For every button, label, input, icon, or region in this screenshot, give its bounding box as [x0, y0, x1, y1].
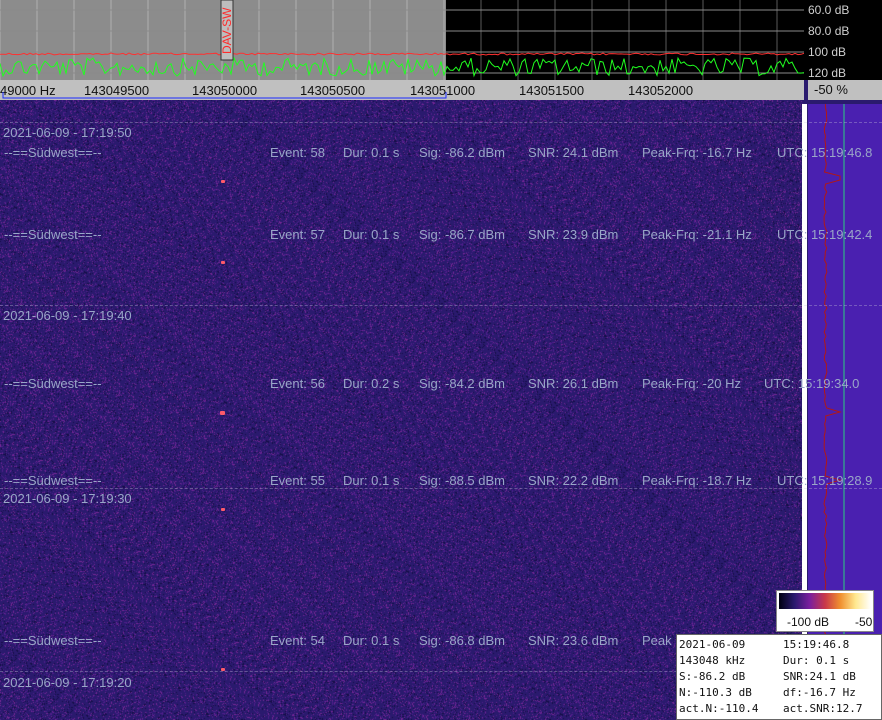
db-label: 80.0 dB [808, 24, 850, 38]
event-peak-freq: Peak-Frq: -18.7 Hz [642, 473, 752, 488]
event-peak-freq: Peak-Frq: -16.7 Hz [642, 145, 752, 160]
event-signal: Sig: -84.2 dBm [419, 376, 505, 391]
echo-blip [221, 180, 225, 183]
info-noise: N:-110.3 dB [679, 686, 752, 699]
zoom-percent: -50 % [814, 82, 848, 97]
event-utc: UTC: 15:19:46.8 [777, 145, 873, 160]
event-duration: Dur: 0.1 s [343, 227, 400, 242]
frequency-axis[interactable]: 49000 Hz 143049500 143050000 143050500 1… [0, 80, 804, 100]
info-df: df:-16.7 Hz [783, 686, 856, 699]
event-peak-freq: Peak-Frq: -20 Hz [642, 376, 741, 391]
event-snr: SNR: 26.1 dBm [528, 376, 619, 391]
event-station: --==Südwest==-- [4, 227, 102, 242]
event-peak-freq: Peak [642, 633, 672, 648]
info-signal: S:-86.2 dB [679, 670, 746, 683]
event-row: --==Südwest==-- Event: 56 Dur: 0.2 s Sig… [4, 376, 882, 392]
event-snr: SNR: 23.9 dBm [528, 227, 619, 242]
event-duration: Dur: 0.1 s [343, 633, 400, 648]
event-station: --==Südwest==-- [4, 376, 102, 391]
legend-max: -50 [855, 615, 873, 629]
event-snr: SNR: 23.6 dBm [528, 633, 619, 648]
spectrum-display[interactable]: DAV-SW [0, 0, 804, 80]
event-utc: UTC: 15:19:28.9 [777, 473, 873, 488]
event-duration: Dur: 0.2 s [343, 376, 400, 391]
echo-blip [221, 261, 225, 264]
info-frequency: 143048 kHz [679, 654, 746, 667]
db-label: 120 dB [808, 66, 847, 80]
event-signal: Sig: -86.2 dBm [419, 145, 505, 160]
echo-blip [221, 508, 225, 511]
info-date: 2021-06-09 [679, 638, 746, 651]
event-number: Event: 54 [270, 633, 325, 648]
db-label: 100 dB [808, 45, 847, 59]
event-utc: UTC: 15:19:34.0 [764, 376, 860, 391]
info-actual-noise: act.N:-110.4 [679, 702, 759, 715]
event-signal: Sig: -88.5 dBm [419, 473, 505, 488]
legend-gradient [779, 593, 871, 609]
echo-blip [221, 668, 225, 671]
zoom-control[interactable]: -50 % [808, 80, 882, 100]
waterfall-display[interactable] [0, 100, 804, 720]
event-row: --==Südwest==-- Event: 58 Dur: 0.1 s Sig… [4, 145, 882, 161]
event-number: Event: 56 [270, 376, 325, 391]
event-row: --==Südwest==-- Event: 55 Dur: 0.1 s Sig… [4, 473, 882, 489]
info-duration: Dur: 0.1 s [783, 654, 850, 667]
event-info-box: 2021-06-09 15:19:46.8 143048 kHz Dur: 0.… [676, 634, 882, 720]
event-number: Event: 57 [270, 227, 325, 242]
timestamp: 2021-06-09 - 17:19:40 [3, 308, 132, 323]
event-duration: Dur: 0.1 s [343, 145, 400, 160]
event-peak-freq: Peak-Frq: -21.1 Hz [642, 227, 752, 242]
event-signal: Sig: -86.7 dBm [419, 227, 505, 242]
timestamp: 2021-06-09 - 17:19:50 [3, 125, 132, 140]
event-station: --==Südwest==-- [4, 633, 102, 648]
timestamp: 2021-06-09 - 17:19:30 [3, 491, 132, 506]
event-number: Event: 55 [270, 473, 325, 488]
info-time: 15:19:46.8 [783, 638, 850, 651]
event-snr: SNR: 24.1 dBm [528, 145, 619, 160]
bandpass-bracket [2, 92, 447, 99]
station-marker-label: DAV-SW [220, 7, 234, 54]
event-row: --==Südwest==-- Event: 57 Dur: 0.1 s Sig… [4, 227, 882, 243]
db-scale: 60.0 dB 80.0 dB 100 dB 120 dB [804, 0, 882, 80]
waterfall-canvas [0, 100, 804, 720]
echo-blip [220, 411, 225, 415]
info-actual-snr: act.SNR:12.7 [783, 702, 863, 715]
event-station: --==Südwest==-- [4, 145, 102, 160]
legend-min: -100 dB [787, 615, 830, 629]
time-divider [0, 305, 882, 306]
spectrum-plot: DAV-SW [0, 0, 804, 80]
event-number: Event: 58 [270, 145, 325, 160]
event-snr: SNR: 22.2 dBm [528, 473, 619, 488]
event-signal: Sig: -86.8 dBm [419, 633, 505, 648]
time-divider [0, 122, 882, 123]
event-duration: Dur: 0.1 s [343, 473, 400, 488]
color-legend: -100 dB -50 [776, 590, 874, 632]
db-label: 60.0 dB [808, 3, 850, 17]
timestamp: 2021-06-09 - 17:19:20 [3, 675, 132, 690]
info-snr: SNR:24.1 dB [783, 670, 856, 683]
event-station: --==Südwest==-- [4, 473, 102, 488]
event-utc: UTC: 15:19:42.4 [777, 227, 873, 242]
